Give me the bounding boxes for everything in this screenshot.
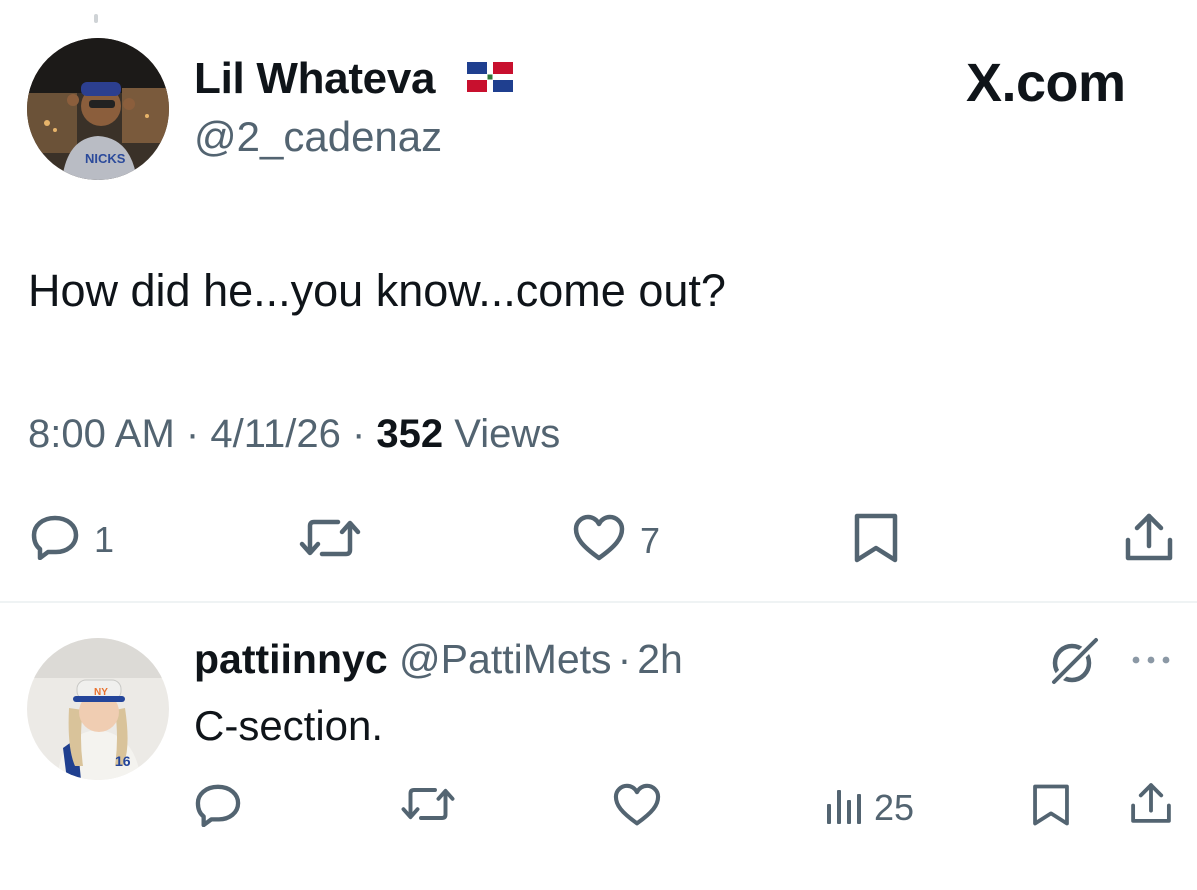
meta-separator: · (351, 412, 366, 456)
top-edge-mark (94, 14, 98, 23)
reply-author-name[interactable]: pattiinnyc (194, 636, 388, 682)
tweet-time[interactable]: 8:00 AM (28, 412, 175, 456)
reply-icon (30, 514, 80, 565)
bookmark-icon (1030, 782, 1072, 833)
share-button[interactable] (1122, 510, 1176, 569)
dominican-republic-flag-icon (467, 62, 513, 92)
reply-text: C-section. (194, 702, 384, 749)
repost-button[interactable] (298, 516, 362, 565)
analytics-icon (824, 784, 864, 831)
reply-share-button[interactable] (1128, 780, 1174, 831)
repost-icon (298, 516, 362, 565)
reply-repost-button[interactable] (400, 784, 456, 829)
share-icon (1128, 780, 1174, 831)
bookmark-icon (851, 512, 901, 569)
like-count: 7 (640, 519, 661, 561)
author-handle[interactable]: @2_cadenaz (194, 113, 442, 161)
more-icon (1132, 656, 1170, 664)
reply-age[interactable]: 2h (637, 636, 683, 682)
tweet-meta: 8:00 AM · 4/11/26 · 352 Views (28, 412, 560, 457)
reply-like-button[interactable] (612, 783, 662, 832)
share-icon (1122, 510, 1176, 569)
author-name[interactable]: Lil Whateva (194, 54, 436, 104)
views-label: Views (454, 412, 561, 456)
author-avatar[interactable]: NICKS (27, 38, 169, 180)
reply-icon (194, 783, 242, 832)
repost-icon (400, 784, 456, 829)
svg-text:16: 16 (115, 753, 131, 769)
more-options-button[interactable] (1128, 640, 1174, 685)
divider (0, 601, 1197, 603)
reply-author-avatar[interactable]: NY 16 (27, 638, 169, 780)
brand-watermark: X.com (966, 53, 1126, 113)
reply-views-count: 25 (874, 786, 915, 828)
reply-count: 1 (94, 518, 115, 560)
reply-views-button[interactable]: 25 (824, 784, 914, 831)
views-count: 352 (376, 412, 444, 456)
heart-icon (612, 783, 662, 832)
grok-icon[interactable] (1048, 635, 1101, 691)
reply-button[interactable]: 1 (30, 514, 114, 565)
reply-reply-button[interactable] (194, 783, 242, 832)
tweet-date[interactable]: 4/11/26 (210, 412, 341, 456)
meta-separator: · (617, 636, 632, 682)
reply-bookmark-button[interactable] (1030, 782, 1072, 833)
meta-separator: · (185, 412, 200, 456)
bookmark-button[interactable] (851, 512, 901, 569)
heart-icon (572, 514, 626, 567)
svg-text:NY: NY (94, 687, 108, 698)
reply-header: pattiinnyc @PattiMets · 2h (194, 636, 683, 683)
tweet-text: How did he...you know...come out? (28, 265, 726, 316)
reply-author-handle[interactable]: @PattiMets (399, 636, 612, 682)
svg-text:NICKS: NICKS (85, 151, 126, 166)
like-button[interactable]: 7 (572, 514, 660, 567)
